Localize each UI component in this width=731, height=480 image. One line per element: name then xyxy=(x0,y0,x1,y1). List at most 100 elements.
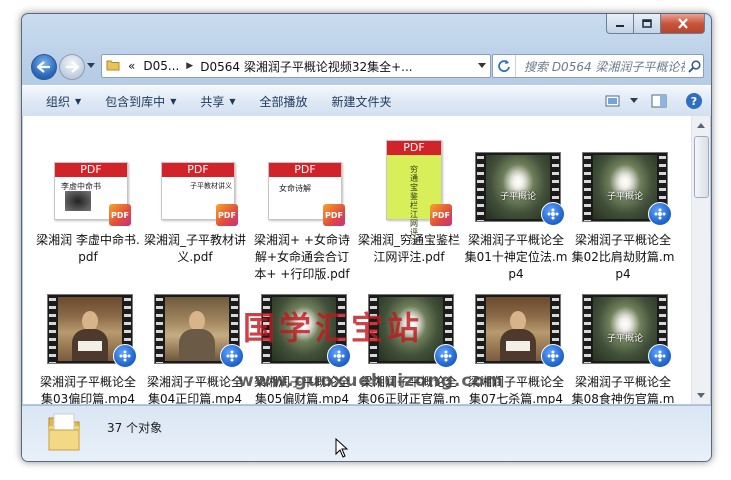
video-thumbnail xyxy=(475,294,565,370)
svg-text:?: ? xyxy=(691,95,697,108)
organize-label: 组织 xyxy=(46,94,71,109)
organize-menu[interactable]: 组织 ▼ xyxy=(22,86,93,116)
change-view-button[interactable] xyxy=(599,86,627,116)
chevron-down-icon xyxy=(478,63,486,68)
media-player-icon xyxy=(541,202,565,226)
search-box[interactable]: 搜索 D0564 梁湘润子平概论视... xyxy=(492,54,704,78)
forward-button[interactable] xyxy=(59,54,85,80)
file-name[interactable]: 梁湘润+ +女命诗解+女命通会合订本+ +行印版.pdf xyxy=(250,232,354,283)
share-label: 共享 xyxy=(200,94,225,109)
pdf-band: PDF xyxy=(55,163,127,177)
video-thumbnail: 子平概论 xyxy=(475,152,565,228)
share-menu[interactable]: 共享 ▼ xyxy=(188,86,247,116)
file-name[interactable]: 梁湘润子平概论全集01十神定位法.mp4 xyxy=(464,232,568,283)
video-frame-person xyxy=(165,297,229,361)
pdf-file-icon: PDF xyxy=(430,204,452,226)
breadcrumb-parent[interactable]: D05... xyxy=(139,59,183,73)
video-thumbnail xyxy=(368,294,458,370)
help-icon: ? xyxy=(686,93,702,109)
breadcrumb-separator-icon[interactable]: ▶ xyxy=(183,61,196,71)
file-name[interactable]: 梁湘润_子平教材讲义.pdf xyxy=(143,232,247,266)
refresh-icon xyxy=(498,60,510,72)
folder-icon xyxy=(46,412,82,456)
close-icon xyxy=(677,18,688,29)
watermark-url: www.guoxuehuizong.com xyxy=(238,371,504,391)
video-thumbnail xyxy=(47,294,137,370)
video-overlay-text: 子平概论 xyxy=(499,192,536,202)
person-head xyxy=(189,311,205,331)
file-list: PDF 李虚中命书 PDF 梁湘润 李虚中命书.pdf PDF 子平教材讲义 P… xyxy=(23,116,691,404)
video-frame-lotus: 子平概论 xyxy=(593,297,657,361)
video-overlay-text: 子平概论 xyxy=(606,192,643,202)
file-name[interactable]: 梁湘润子平概论全集08食神伤官篇.mp4 xyxy=(571,374,675,404)
pdf-thumbnail: PDF 子平教材讲义 PDF xyxy=(154,152,238,228)
pdf-cover-image xyxy=(65,191,91,211)
film-holes xyxy=(156,295,163,363)
person-book xyxy=(78,341,102,351)
new-folder-label: 新建文件夹 xyxy=(331,94,392,109)
file-name[interactable]: 梁湘润子平概论全集03偏印篇.mp4 xyxy=(36,374,140,404)
video-thumbnail: 子平概论 xyxy=(582,152,672,228)
maximize-icon xyxy=(642,19,652,28)
help-button[interactable]: ? xyxy=(677,86,711,116)
film-holes xyxy=(263,295,270,363)
video-frame-lotus xyxy=(379,297,443,361)
recent-pages-button[interactable] xyxy=(86,61,96,71)
video-thumbnail: 子平概论 xyxy=(582,294,672,370)
address-bar[interactable]: « D05... ▶ D0564 梁湘润子平概论视频32集全+... xyxy=(101,54,491,78)
play-all-label: 全部播放 xyxy=(259,94,308,109)
search-input[interactable]: 搜索 D0564 梁湘润子平概论视... xyxy=(516,58,685,75)
pdf-thumbnail: PDF 女命诗解 PDF xyxy=(261,152,345,228)
address-dropdown-button[interactable] xyxy=(474,56,490,76)
vertical-scrollbar[interactable] xyxy=(691,116,710,404)
forward-arrow-icon xyxy=(66,61,79,73)
preview-pane-button[interactable] xyxy=(641,86,677,116)
play-all-button[interactable]: 全部播放 xyxy=(248,86,320,116)
include-in-library-menu[interactable]: 包含到库中 ▼ xyxy=(93,86,188,116)
preview-pane-icon xyxy=(651,94,667,108)
media-player-icon xyxy=(648,202,672,226)
scroll-up-button[interactable] xyxy=(693,117,709,133)
pdf-cover-text: 子平教材讲义 xyxy=(190,182,232,190)
back-button[interactable] xyxy=(31,54,57,80)
scrollbar-thumb[interactable] xyxy=(694,136,709,198)
media-player-icon xyxy=(434,344,458,368)
explorer-window: « D05... ▶ D0564 梁湘润子平概论视频32集全+... 搜索 D0… xyxy=(21,13,712,462)
film-holes xyxy=(584,295,591,363)
pdf-band: PDF xyxy=(162,163,234,177)
minimize-button[interactable] xyxy=(606,14,634,34)
chevron-down-icon xyxy=(87,63,95,68)
video-frame-person xyxy=(486,297,550,361)
pdf-thumbnail: PDF 穷通宝鉴 栏江网评注 PDF xyxy=(368,140,452,246)
file-name[interactable]: 梁湘润子平概论全集04正印篇.mp4 xyxy=(143,374,247,404)
caption-buttons xyxy=(606,14,705,34)
film-holes xyxy=(49,295,56,363)
video-frame-lotus: 子平概论 xyxy=(486,155,550,219)
media-player-icon xyxy=(541,344,565,368)
details-pane: 37 个对象 xyxy=(22,405,711,461)
chevron-down-icon: ▼ xyxy=(75,96,82,106)
close-button[interactable] xyxy=(661,14,705,34)
pdf-cover-text: 女命诗解 xyxy=(279,184,311,193)
media-player-icon xyxy=(648,344,672,368)
file-name[interactable]: 梁湘润_穷通宝鉴栏江网评注.pdf xyxy=(357,232,461,266)
breadcrumb-overflow[interactable]: « xyxy=(124,59,139,73)
navigation-bar: « D05... ▶ D0564 梁湘润子平概论视频32集全+... 搜索 D0… xyxy=(22,51,711,81)
refresh-button[interactable] xyxy=(493,55,516,77)
file-name[interactable]: 梁湘润子平概论全集02比肩劫财篇.mp4 xyxy=(571,232,675,283)
film-holes xyxy=(477,153,484,221)
video-frame-lotus xyxy=(272,297,336,361)
chevron-down-icon xyxy=(697,392,705,398)
view-options-button[interactable] xyxy=(627,86,641,116)
scroll-down-button[interactable] xyxy=(693,387,709,403)
maximize-button[interactable] xyxy=(634,14,661,34)
video-thumbnail xyxy=(154,294,244,370)
toolbar-right-group: ? xyxy=(599,86,711,116)
file-name[interactable]: 梁湘润 李虚中命书.pdf xyxy=(36,232,140,266)
film-holes xyxy=(370,295,377,363)
breadcrumb-current[interactable]: D0564 梁湘润子平概论视频32集全+... xyxy=(196,58,416,75)
new-folder-button[interactable]: 新建文件夹 xyxy=(320,86,404,116)
video-frame-person xyxy=(58,297,122,361)
mouse-cursor-icon xyxy=(335,437,349,462)
folder-icon xyxy=(106,59,120,74)
